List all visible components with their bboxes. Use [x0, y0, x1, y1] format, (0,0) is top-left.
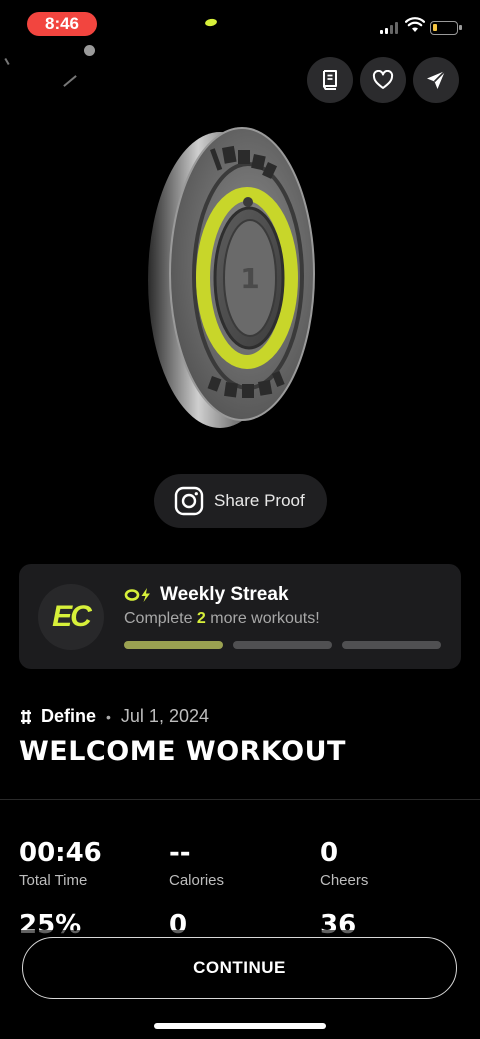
- battery-icon: [430, 21, 462, 35]
- share-proof-label: Share Proof: [214, 491, 305, 510]
- workout-title: WELCOME WORKOUT: [19, 736, 346, 767]
- stat-label: Calories: [169, 872, 225, 889]
- meta-separator: •: [106, 708, 111, 725]
- confetti-piece: [84, 45, 95, 56]
- continue-button[interactable]: CONTINUE: [22, 937, 457, 999]
- streak-title: Weekly Streak: [160, 584, 289, 605]
- stat-label: Total Time: [19, 872, 88, 889]
- streak-progress-segment: [342, 641, 441, 649]
- guide-button[interactable]: [307, 57, 353, 103]
- confetti-piece: [4, 57, 10, 66]
- status-time: 8:46: [27, 12, 97, 36]
- home-indicator[interactable]: [154, 1023, 326, 1029]
- share-proof-button[interactable]: Share Proof: [154, 474, 327, 528]
- coin-graphic: 1: [148, 127, 315, 428]
- wifi-icon: [405, 17, 425, 32]
- streak-badge: EC: [38, 584, 104, 650]
- streak-subtitle-prefix: Complete: [124, 610, 197, 627]
- streak-subtitle: Complete 2 more workouts!: [124, 610, 320, 628]
- streak-progress: [124, 641, 441, 649]
- instagram-icon: [174, 486, 204, 516]
- divider: [0, 799, 480, 800]
- streak-progress-segment: [124, 641, 223, 649]
- workout-date: Jul 1, 2024: [120, 706, 209, 726]
- streak-subtitle-suffix: more workouts!: [205, 610, 320, 627]
- streak-progress-segment: [233, 641, 332, 649]
- program-name: Define: [41, 706, 97, 726]
- weekly-streak-card: EC Weekly Streak Complete 2 more workout…: [19, 564, 461, 669]
- stat-calories: -- Calories: [169, 838, 224, 889]
- achievement-coin: 1: [130, 120, 350, 440]
- like-button[interactable]: [360, 57, 406, 103]
- streak-remaining-count: 2: [196, 610, 206, 627]
- streak-icon: [124, 588, 150, 602]
- workout-meta: Define • Jul 1, 2024: [19, 706, 209, 727]
- streak-title-row: Weekly Streak: [124, 584, 289, 606]
- status-bar: 8:46: [0, 0, 480, 48]
- stat-value: 00:46: [19, 838, 102, 868]
- heart-icon: [372, 70, 394, 89]
- program-icon: [21, 709, 31, 724]
- stat-value: 0: [320, 838, 339, 868]
- confetti-piece: [63, 75, 77, 87]
- stat-cheers: 0 Cheers: [320, 838, 368, 889]
- stat-total-time: 00:46 Total Time: [19, 838, 102, 889]
- book-icon: [323, 70, 337, 90]
- stat-label: Cheers: [320, 872, 369, 889]
- cellular-signal-icon: [380, 22, 398, 34]
- stat-value: --: [169, 838, 191, 868]
- send-button[interactable]: [413, 57, 459, 103]
- paper-plane-icon: [427, 70, 446, 89]
- coin-number: 1: [240, 262, 259, 295]
